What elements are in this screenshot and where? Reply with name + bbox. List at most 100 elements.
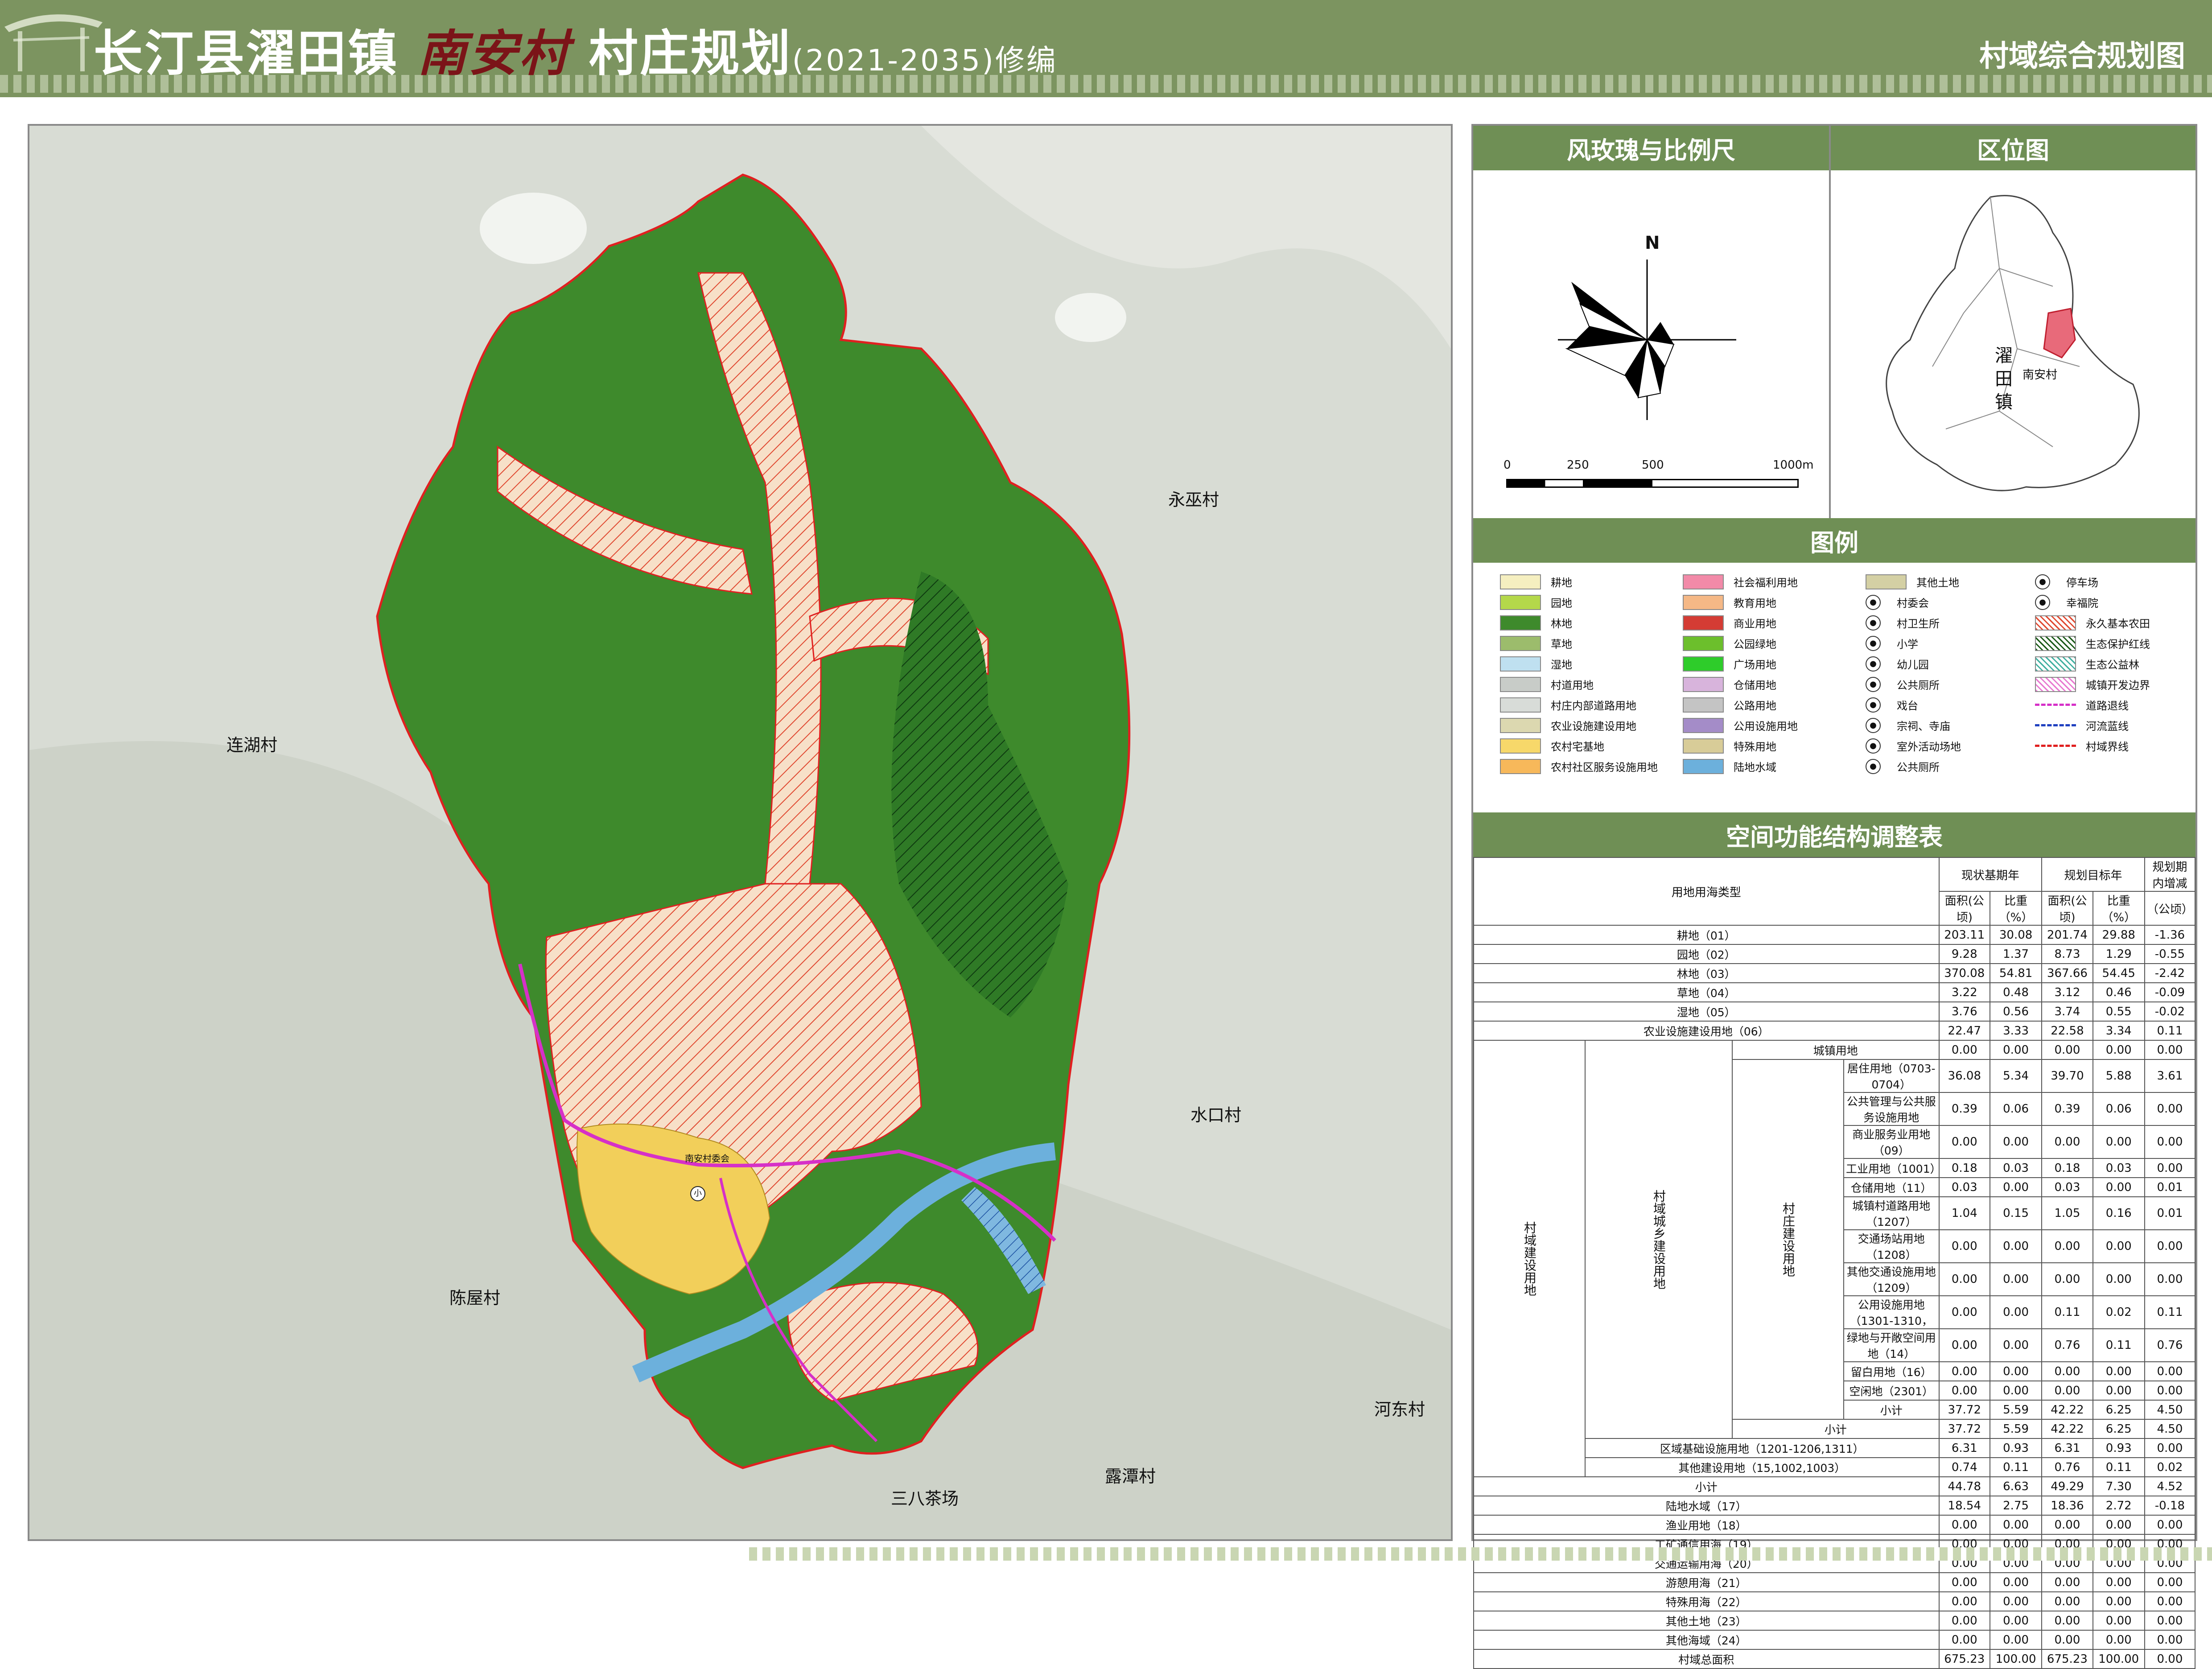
table-cell: 游憩用海（21）: [1473, 1572, 1940, 1592]
table-cell: 渔业用地（18）: [1473, 1515, 1940, 1535]
table-cell: 0.03: [1989, 1158, 2043, 1178]
th-base: 现状基期年: [1938, 857, 2043, 892]
table-cell: 0.18: [1938, 1158, 1990, 1178]
legend-item: ● 幸福院: [2035, 594, 2098, 610]
table-row: 园地（02） 9.28 1.37 8.73 1.29 -0.55: [1473, 944, 2196, 964]
legend-item: 林地: [1500, 615, 1572, 631]
table-cell: 22.47: [1938, 1021, 1990, 1041]
legend-swatch: [1500, 738, 1541, 754]
table-cell: 54.81: [1989, 963, 2043, 983]
legend-label: 公路用地: [1734, 700, 1776, 712]
th-target: 规划目标年: [2041, 857, 2145, 892]
table-cell: 0.46: [2092, 982, 2145, 1002]
table-cell: 交通场站用地（1208）: [1843, 1229, 1940, 1263]
table-cell: 0.00: [1938, 1381, 1990, 1401]
legend-label: 河流蓝线: [2086, 720, 2129, 733]
clinic-icon: ●: [1866, 615, 1881, 631]
table-cell: 0.76: [2041, 1328, 2093, 1362]
legend-item: 教育用地: [1683, 594, 1776, 610]
legend-swatch: [1500, 615, 1541, 631]
legend-label: 陆地水域: [1734, 761, 1776, 774]
legend-label: 村卫生所: [1897, 618, 1940, 630]
table-cell: 42.22: [2041, 1419, 2093, 1439]
table-cell: 0.00: [2092, 1125, 2145, 1159]
table-cell: 0.00: [2144, 1125, 2196, 1159]
table-cell: 5.34: [1989, 1059, 2043, 1093]
footer-fret-border: [749, 1547, 2212, 1561]
legend-label: 戏台: [1897, 700, 1918, 712]
main-map[interactable]: 永巫村 连湖村 水口村 陈屋村 河东村 三八茶场 露潭村 南安村委会 小: [28, 124, 1453, 1541]
table-row: 特殊用海（22） 0.00 0.00 0.00 0.00 0.00: [1473, 1591, 2196, 1611]
legend-label: 小学: [1897, 638, 1918, 651]
table-cell: 0.00: [1938, 1361, 1990, 1381]
table-cell: 3.74: [2041, 1001, 2093, 1022]
table-cell: 0.76: [2041, 1457, 2093, 1477]
table-row: 林地（03） 370.08 54.81 367.66 54.45 -2.42: [1473, 963, 2196, 983]
table-cell: 特殊用海（22）: [1473, 1591, 1940, 1611]
legend-label: 村庄内部道路用地: [1551, 700, 1636, 712]
table-cell: 0.11: [2041, 1295, 2093, 1329]
legend-item: 公园绿地: [1683, 635, 1776, 651]
table-cell: 42.22: [2041, 1400, 2093, 1420]
table-cell: 0.00: [2041, 1229, 2093, 1263]
table-cell: 0.00: [1989, 1177, 2043, 1197]
legend-item: 道路退线: [2035, 697, 2129, 713]
table-cell: 0.00: [1989, 1125, 2043, 1159]
table-cell: 其他土地（23）: [1473, 1611, 1940, 1631]
table-cell: 18.36: [2041, 1496, 2093, 1516]
table-cell: 0.00: [1938, 1295, 1990, 1329]
table-cell: 城镇用地: [1732, 1040, 1940, 1060]
scale-tick-250: 250: [1567, 458, 1589, 472]
legend-label: 耕地: [1551, 577, 1572, 589]
legend-item: 村域界线: [2035, 738, 2129, 754]
compass-scale-header: 风玫瑰与比例尺: [1473, 126, 1829, 170]
table-cell: 0.00: [1989, 1630, 2043, 1650]
legend-label: 道路退线: [2086, 700, 2129, 712]
map-label-hedong: 河东村: [1374, 1400, 1425, 1419]
legend-swatch: [1500, 635, 1541, 651]
table-cell: 村域城乡建设用地: [1585, 1040, 1733, 1439]
table-cell: 0.02: [2092, 1295, 2145, 1329]
table-cell: 0.00: [1938, 1262, 1990, 1296]
table-cell: 城镇村道路用地（1207）: [1843, 1196, 1940, 1230]
legend-item: 河流蓝线: [2035, 717, 2129, 733]
table-cell: 0.11: [1989, 1457, 2043, 1477]
map-title: 村域综合规划图: [1979, 39, 2185, 73]
table-cell: 37.72: [1938, 1419, 1990, 1439]
legend-swatch: [1500, 676, 1541, 692]
table-cell: 园地（02）: [1473, 944, 1940, 964]
table-cell: 22.58: [2041, 1021, 2093, 1041]
table-cell: 3.76: [1938, 1001, 1990, 1022]
legend-label: 幸福院: [2066, 597, 2098, 610]
playground-icon: ●: [1866, 738, 1881, 754]
table-row: 村域总面积 675.23 100.00 675.23 100.00 0.00: [1473, 1649, 2196, 1669]
table-cell: 0.00: [1989, 1295, 2043, 1329]
table-row: 其他土地（23） 0.00 0.00 0.00 0.00 0.00: [1473, 1611, 2196, 1631]
legend-item: 公路用地: [1683, 697, 1776, 713]
school-icon-label: 小: [694, 1189, 702, 1198]
table-cell: 0.00: [2144, 1630, 2196, 1650]
map-label-lianhu: 连湖村: [227, 735, 278, 755]
legend-swatch: [1683, 676, 1724, 692]
table-cell: 0.00: [2092, 1229, 2145, 1263]
legend-label: 特殊用地: [1734, 741, 1776, 753]
table-cell: 0.00: [2144, 1515, 2196, 1535]
scale-tick-500: 500: [1642, 458, 1664, 472]
table-cell: 0.00: [2041, 1515, 2093, 1535]
table-cell: 区域基础设施用地（1201-1206,1311）: [1585, 1438, 1940, 1458]
map-label-village-committee: 南安村委会: [685, 1153, 729, 1164]
legend-swatch: [1500, 697, 1541, 713]
table-cell: 7.30: [2092, 1476, 2145, 1496]
table-cell: 0.55: [2092, 1001, 2145, 1022]
pink-hatch-swatch: [2035, 676, 2076, 692]
table-cell: 0.00: [2144, 1262, 2196, 1296]
table-cell: 1.29: [2092, 944, 2145, 964]
temple-icon: ●: [1866, 717, 1881, 733]
legend-item: 村道用地: [1500, 676, 1594, 692]
table-cell: 49.29: [2041, 1476, 2093, 1496]
legend-label: 广场用地: [1734, 659, 1776, 671]
table-cell: 675.23: [1938, 1649, 1990, 1669]
table-cell: 小计: [1843, 1400, 1940, 1420]
table-cell: 0.00: [1938, 1125, 1990, 1159]
legend-item: 村庄内部道路用地: [1500, 697, 1636, 713]
